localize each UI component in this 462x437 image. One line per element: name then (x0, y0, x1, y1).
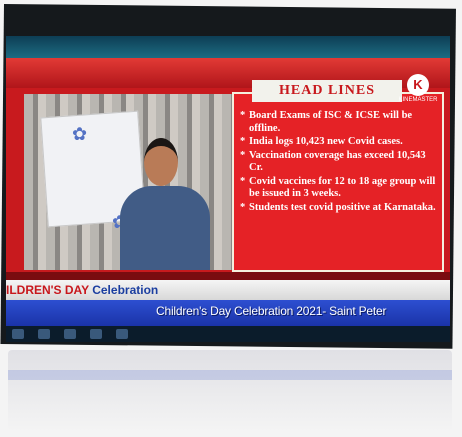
app-icon (116, 329, 128, 339)
headline-text: Vaccination coverage has exceed 10,543 C… (249, 149, 426, 174)
headlines-panel: HEAD LINES K KINEMASTER * Board Exams of … (232, 74, 444, 272)
start-icon (12, 329, 24, 339)
kinemaster-logo: K KINEMASTER (396, 74, 440, 103)
headline-text: Students test covid positive at Karnatak… (249, 201, 436, 213)
event-banner-sub: Celebration (92, 283, 159, 297)
presenter-body (120, 186, 210, 270)
news-ticker: Children's Day Celebration 2021- Saint P… (6, 300, 450, 326)
taskbar (6, 326, 450, 342)
bullet-icon: * (240, 201, 246, 213)
media-icon (64, 329, 76, 339)
ticker-text: Children's Day Celebration 2021- Saint P… (156, 304, 387, 318)
browser-icon (90, 329, 102, 339)
event-banner-label: ILDREN'S DAY Celebration (6, 280, 158, 300)
headline-item: * India logs 10,423 new Covid cases. (240, 136, 438, 149)
headline-item: * Board Exams of ISC & ICSE will be offli… (240, 110, 438, 135)
tv-screen: ✿ ✿ HEAD LINES K KINEMASTER *Board Exams… (6, 36, 450, 326)
headlines-title: HEAD LINES (252, 80, 402, 102)
headlines-list: * Board Exams of ISC & ICSE will be offli… (240, 110, 438, 215)
reflection-bar (8, 370, 452, 380)
headline-item: * Students test covid positive at Karnata… (240, 202, 438, 215)
headline-item: * Vaccination coverage has exceed 10,543 … (240, 150, 438, 175)
screen-reflection (8, 350, 452, 432)
butterfly-icon: ✿ (72, 124, 88, 144)
photo: ✿ ✿ HEAD LINES K KINEMASTER *Board Exams… (0, 0, 462, 437)
bullet-icon: * (240, 149, 246, 161)
headline-text: India logs 10,423 new Covid cases. (249, 136, 403, 147)
presenter-head (144, 138, 178, 186)
logo-letter: K (407, 74, 429, 96)
bullet-icon: * (240, 175, 246, 187)
headline-text: Covid vaccines for 12 to 18 age group wi… (249, 175, 436, 200)
folder-icon (38, 329, 50, 339)
event-banner: ILDREN'S DAY Celebration (6, 280, 450, 300)
headline-text: Board Exams of ISC & ICSE will be offlin… (249, 110, 413, 134)
video-frame: ✿ ✿ (24, 94, 246, 270)
headline-item: * Covid vaccines for 12 to 18 age group w… (240, 176, 438, 201)
logo-text: KINEMASTER (398, 97, 438, 103)
bullet-icon: * (240, 136, 246, 147)
screen-top-band (6, 36, 450, 58)
event-banner-main: ILDREN'S DAY (6, 283, 89, 297)
dark-red-strip (6, 272, 450, 280)
bullet-icon: * (240, 110, 246, 121)
